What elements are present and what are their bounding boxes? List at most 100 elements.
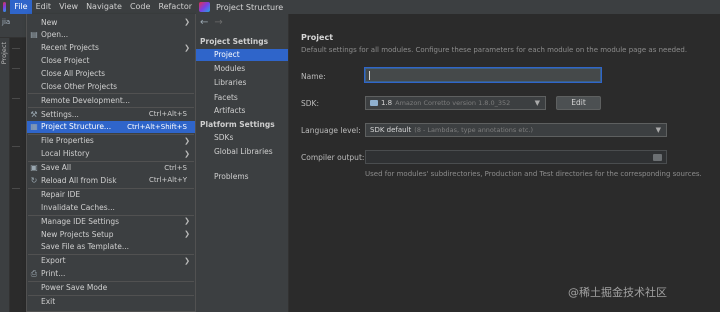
reload-icon: ↻ [30, 175, 38, 185]
project-structure-icon: ▦ [30, 122, 38, 132]
project-settings-header: Project Settings [200, 37, 269, 46]
file-menu-item-new[interactable]: New ❯ [27, 16, 195, 28]
browse-folder-icon[interactable] [653, 154, 662, 161]
file-menu-item-recent-projects[interactable]: Recent Projects ❯ [27, 42, 195, 54]
menu-item-label: Project Structure... [41, 122, 112, 132]
menu-item-label: Close Project [41, 55, 90, 65]
menu-item-label: Remote Development... [41, 95, 130, 105]
file-menu-item-open[interactable]: ▤ Open... [27, 29, 195, 41]
ide-toolbar: jia [0, 14, 26, 38]
file-menu-item-close-all-projects[interactable]: Close All Projects [27, 67, 195, 79]
forward-arrow-icon: → [214, 17, 223, 28]
menu-item-label: Local History [41, 149, 90, 159]
menu-item-label: Reload All from Disk [41, 175, 117, 185]
sidebar-item-libraries[interactable]: Libraries [196, 77, 288, 89]
submenu-arrow-icon: ❯ [184, 43, 190, 52]
file-menu-item-invalidate-caches[interactable]: Invalidate Caches... [27, 201, 195, 213]
menu-icon-spacer [29, 256, 39, 266]
file-menu-item-new-projects-setup[interactable]: New Projects Setup ❯ [27, 228, 195, 240]
sdk-edit-button[interactable]: Edit [556, 96, 601, 110]
project-tool-window-tab[interactable]: Project [0, 42, 10, 64]
menu-item-label: Close Other Projects [41, 81, 118, 91]
menu-item-shortcut: Ctrl+Alt+Y [149, 176, 187, 185]
sidebar-item-problems[interactable]: Problems [196, 171, 288, 183]
intellij-logo-icon [3, 2, 7, 12]
menu-icon-spacer [29, 297, 39, 307]
sidebar-item-global-libraries[interactable]: Global Libraries [196, 146, 288, 158]
menu-item-label: Print... [41, 269, 66, 279]
sdk-dropdown[interactable]: 1.8 Amazon Corretto version 1.8.0_352 ▼ [365, 96, 546, 110]
file-menu-item-exit[interactable]: Exit [27, 296, 195, 308]
menu-icon-spacer [29, 149, 39, 159]
sdk-version: 1.8 [381, 99, 393, 107]
menu-item-label: Manage IDE Settings [41, 216, 120, 226]
menu-item-label: Close All Projects [41, 68, 106, 78]
menu-icon-spacer [29, 55, 39, 65]
panel-title: Project [301, 33, 334, 42]
sdk-label: SDK: [301, 99, 319, 108]
sidebar-item-sdks[interactable]: SDKs [196, 132, 288, 144]
file-menu-item-file-properties[interactable]: File Properties ❯ [27, 135, 195, 147]
menu-item-label: Export [41, 256, 66, 266]
menu-navigate[interactable]: Navigate [82, 0, 126, 14]
menu-icon-spacer [29, 95, 39, 105]
menu-icon-spacer [29, 136, 39, 146]
language-level-value: SDK default [370, 126, 412, 134]
menu-edit[interactable]: Edit [32, 0, 56, 14]
compiler-output-input[interactable] [365, 150, 667, 164]
menu-code[interactable]: Code [126, 0, 154, 14]
panel-description: Default settings for all modules. Config… [301, 46, 688, 54]
menu-item-label: File Properties [41, 136, 94, 146]
file-menu-item-local-history[interactable]: Local History ❯ [27, 148, 195, 160]
sidebar-item-project[interactable]: Project [196, 49, 288, 61]
project-name-crumb[interactable]: jia [2, 18, 10, 26]
file-menu-item-settings[interactable]: ⚒ Settings... Ctrl+Alt+S [27, 108, 195, 120]
ide-menubar: File Edit View Navigate Code Refactor [0, 0, 196, 14]
menu-icon-spacer [29, 283, 39, 293]
submenu-arrow-icon: ❯ [184, 230, 190, 238]
file-menu-item-print[interactable]: ⎙ Print... [27, 268, 195, 280]
chevron-down-icon: ▼ [534, 99, 540, 107]
back-arrow-icon[interactable]: ← [200, 17, 208, 28]
language-level-dropdown[interactable]: SDK default (8 - Lambdas, type annotatio… [365, 123, 667, 137]
project-name-input[interactable] [365, 68, 601, 82]
menu-item-shortcut: Ctrl+Alt+S [148, 110, 187, 118]
submenu-arrow-icon: ❯ [184, 149, 190, 158]
sidebar-item-facets[interactable]: Facets [196, 92, 288, 104]
compiler-output-label: Compiler output: [301, 153, 365, 162]
language-level-detail: (8 - Lambdas, type annotations etc.) [414, 126, 534, 134]
submenu-arrow-icon: ❯ [184, 136, 190, 145]
dialog-titlebar: Project Structure [196, 0, 720, 14]
language-level-label: Language level: [301, 126, 361, 135]
menu-view[interactable]: View [55, 0, 82, 14]
file-menu-item-repair-ide[interactable]: Repair IDE [27, 188, 195, 200]
sidebar-item-modules[interactable]: Modules [196, 63, 288, 75]
file-menu-item-power-save-mode[interactable]: Power Save Mode [27, 282, 195, 294]
menu-icon-spacer [29, 189, 39, 199]
file-menu-item-manage-ide-settings[interactable]: Manage IDE Settings ❯ [27, 215, 195, 227]
text-caret [369, 71, 370, 80]
file-menu-item-save-file-as-template[interactable]: Save File as Template... [27, 241, 195, 253]
dialog-sidebar: ← → Project Settings Project Modules Lib… [196, 14, 289, 312]
file-menu-item-close-other-projects[interactable]: Close Other Projects [27, 80, 195, 92]
folder-open-icon: ▤ [30, 30, 38, 40]
menu-icon-spacer [29, 216, 39, 226]
menu-file[interactable]: File [10, 0, 32, 14]
project-settings-panel: Project Default settings for all modules… [289, 14, 720, 312]
menu-item-shortcut: Ctrl+S [164, 163, 187, 172]
sdk-folder-icon [370, 100, 378, 106]
project-tree [10, 38, 26, 312]
file-menu-item-export[interactable]: Export ❯ [27, 255, 195, 267]
sidebar-item-artifacts[interactable]: Artifacts [196, 105, 288, 117]
file-menu-item-project-structure[interactable]: ▦ Project Structure... Ctrl+Alt+Shift+S [27, 120, 195, 133]
file-menu-item-close-project[interactable]: Close Project [27, 54, 195, 66]
intellij-logo-icon [199, 2, 210, 12]
menu-icon-spacer [29, 17, 39, 27]
menu-refactor[interactable]: Refactor [154, 0, 196, 14]
submenu-arrow-icon: ❯ [184, 256, 190, 265]
file-menu-item-reload-all-from-disk[interactable]: ↻ Reload All from Disk Ctrl+Alt+Y [27, 174, 195, 186]
file-menu-item-save-all[interactable]: ▣ Save All Ctrl+S [27, 162, 195, 174]
menu-icon-spacer [29, 229, 39, 239]
chevron-down-icon: ▼ [655, 126, 661, 134]
file-menu-item-remote-development[interactable]: Remote Development... [27, 94, 195, 106]
